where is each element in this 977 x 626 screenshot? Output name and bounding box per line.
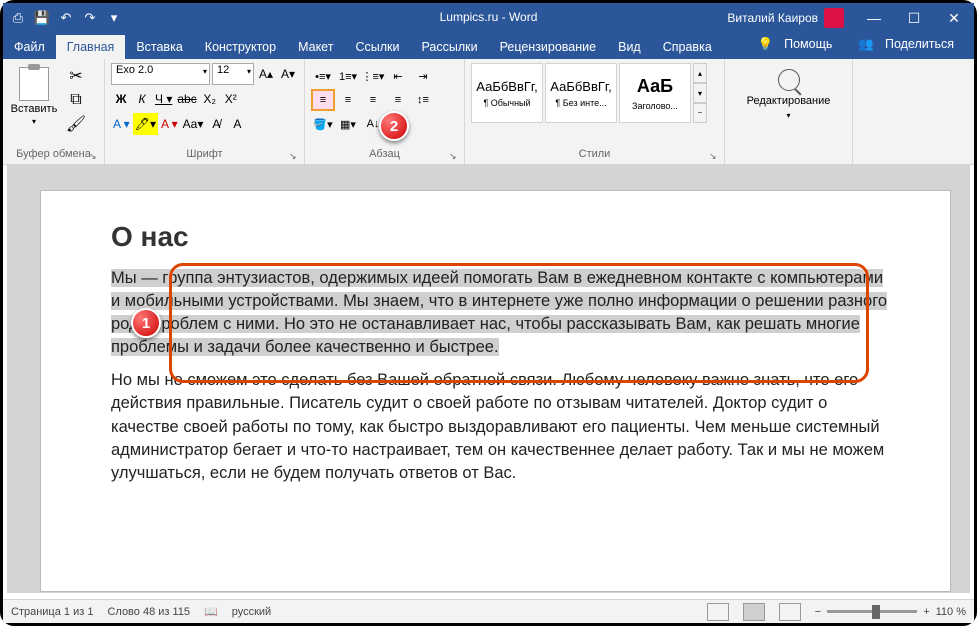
strike-button[interactable]: abc xyxy=(175,88,198,110)
avatar xyxy=(824,8,844,28)
dialog-launcher-icon[interactable]: ↘ xyxy=(289,151,300,162)
dialog-launcher-icon[interactable]: ↘ xyxy=(449,151,460,162)
paragraph[interactable]: Но мы не сможем это сделать без Вашей об… xyxy=(111,369,890,484)
undo-icon[interactable]: ↶ xyxy=(56,8,76,28)
dialog-launcher-icon[interactable]: ↘ xyxy=(89,151,100,162)
group-label: Шрифт xyxy=(111,148,298,162)
align-right-button[interactable]: ≡ xyxy=(361,89,385,111)
callout-badge-1: 1 xyxy=(131,308,161,338)
text-effects-button[interactable]: A ▾ xyxy=(111,113,132,135)
share-button[interactable]: 👥 Поделиться xyxy=(850,29,970,59)
zoom-out-button[interactable]: − xyxy=(815,606,821,618)
highlight-button[interactable]: 🖊▾ xyxy=(133,113,158,135)
bullets-button[interactable]: •≡▾ xyxy=(311,65,335,87)
tab-help[interactable]: Справка xyxy=(652,35,723,59)
styles-down-icon[interactable]: ▾ xyxy=(693,83,707,103)
justify-button[interactable]: ≡ xyxy=(386,89,410,111)
tab-view[interactable]: Вид xyxy=(607,35,652,59)
style-normal[interactable]: АаБбВвГг, ¶ Обычный xyxy=(471,63,543,123)
tab-insert[interactable]: Вставка xyxy=(125,35,193,59)
outdent-button[interactable]: ⇤ xyxy=(386,65,410,87)
document-area: О нас Мы — группа энтузиастов, одержимых… xyxy=(7,165,970,593)
superscript-button[interactable]: X² xyxy=(221,88,241,110)
editing-button[interactable]: Редактирование ▾ xyxy=(731,63,846,120)
shading-button[interactable]: 🪣▾ xyxy=(311,113,335,135)
line-spacing-button[interactable]: ↕≡ xyxy=(411,89,435,111)
styles-more-icon[interactable]: ⎯ xyxy=(693,103,707,123)
dialog-launcher-icon[interactable]: ↘ xyxy=(709,151,720,162)
group-label: Стили xyxy=(471,148,718,162)
chevron-down-icon: ▾ xyxy=(32,117,36,126)
format-painter-icon[interactable]: 🖌 xyxy=(63,113,89,135)
user-name: Виталий Каиров xyxy=(727,11,818,25)
save-icon[interactable]: 💾 xyxy=(32,8,52,28)
paste-button[interactable]: Вставить ▾ xyxy=(9,63,59,135)
status-page[interactable]: Страница 1 из 1 xyxy=(11,606,93,618)
callout-badge-2: 2 xyxy=(379,111,409,141)
group-font: Exo 2.0▾ 12▾ A▴ A▾ Ж К Ч ▾ abc X₂ X² A ▾… xyxy=(105,59,305,164)
change-case-button[interactable]: Aa▾ xyxy=(181,113,206,135)
autosave-icon[interactable]: ⎙ xyxy=(8,8,28,28)
status-bar: Страница 1 из 1 Слово 48 из 115 📖 русски… xyxy=(3,599,974,623)
qat-dropdown-icon[interactable]: ▾ xyxy=(104,8,124,28)
group-label: Абзац xyxy=(311,148,458,162)
tab-references[interactable]: Ссылки xyxy=(344,35,410,59)
ribbon: Вставить ▾ ✂ ⧉ 🖌 Буфер обмена ↘ Exo 2.0▾… xyxy=(3,59,974,165)
group-styles: АаБбВвГг, ¶ Обычный АаБбВвГг, ¶ Без инте… xyxy=(465,59,725,164)
indent-button[interactable]: ⇥ xyxy=(411,65,435,87)
font-color-button[interactable]: A ▾ xyxy=(159,113,180,135)
status-words[interactable]: Слово 48 из 115 xyxy=(107,606,190,618)
ribbon-tabs: Файл Главная Вставка Конструктор Макет С… xyxy=(3,33,974,59)
char-border-button[interactable]: A xyxy=(227,113,247,135)
shrink-font-icon[interactable]: A▾ xyxy=(278,63,298,85)
heading: О нас xyxy=(111,221,890,253)
tab-file[interactable]: Файл xyxy=(3,35,56,59)
tab-layout[interactable]: Макет xyxy=(287,35,344,59)
clear-format-button[interactable]: A̸ xyxy=(206,113,226,135)
tab-review[interactable]: Рецензирование xyxy=(489,35,608,59)
group-label: Буфер обмена xyxy=(9,148,98,162)
group-editing: Редактирование ▾ xyxy=(725,59,853,164)
chevron-down-icon: ▾ xyxy=(786,111,790,120)
align-center-button[interactable]: ≡ xyxy=(336,89,360,111)
grow-font-icon[interactable]: A▴ xyxy=(256,63,276,85)
style-heading1[interactable]: АаБ Заголово... xyxy=(619,63,691,123)
tab-home[interactable]: Главная xyxy=(56,35,126,59)
tell-me[interactable]: 💡 Помощь xyxy=(750,29,849,59)
font-name-combo[interactable]: Exo 2.0▾ xyxy=(111,63,210,85)
page[interactable]: О нас Мы — группа энтузиастов, одержимых… xyxy=(41,191,950,591)
clipboard-icon xyxy=(19,67,49,101)
zoom-in-button[interactable]: + xyxy=(923,606,929,618)
view-read-icon[interactable] xyxy=(707,603,729,621)
user-account[interactable]: Виталий Каиров xyxy=(727,8,844,28)
borders-button[interactable]: ▦▾ xyxy=(336,113,360,135)
view-print-icon[interactable] xyxy=(743,603,765,621)
bold-button[interactable]: Ж xyxy=(111,88,131,110)
proofing-icon[interactable]: 📖 xyxy=(204,605,218,618)
window-title: Lumpics.ru - Word xyxy=(440,10,538,24)
align-left-button[interactable]: ≡ xyxy=(311,89,335,111)
underline-button[interactable]: Ч ▾ xyxy=(153,88,174,110)
tab-mailings[interactable]: Рассылки xyxy=(410,35,488,59)
search-icon xyxy=(778,69,800,91)
italic-button[interactable]: К xyxy=(132,88,152,110)
copy-icon[interactable]: ⧉ xyxy=(63,89,89,111)
numbering-button[interactable]: 1≡▾ xyxy=(336,65,360,87)
group-clipboard: Вставить ▾ ✂ ⧉ 🖌 Буфер обмена ↘ xyxy=(3,59,105,164)
font-size-combo[interactable]: 12▾ xyxy=(212,63,254,85)
cut-icon[interactable]: ✂ xyxy=(63,65,89,87)
redo-icon[interactable]: ↷ xyxy=(80,8,100,28)
view-web-icon[interactable] xyxy=(779,603,801,621)
multilevel-button[interactable]: ⋮≡▾ xyxy=(361,65,385,87)
styles-up-icon[interactable]: ▴ xyxy=(693,63,707,83)
status-language[interactable]: русский xyxy=(232,606,271,618)
tab-design[interactable]: Конструктор xyxy=(194,35,287,59)
paragraph-selected[interactable]: Мы — группа энтузиастов, одержимых идеей… xyxy=(111,267,890,359)
subscript-button[interactable]: X₂ xyxy=(200,88,220,110)
group-paragraph: •≡▾ 1≡▾ ⋮≡▾ ⇤ ⇥ ≡ ≡ ≡ ≡ ↕≡ 🪣▾ ▦▾ A↓ ¶ Аб… xyxy=(305,59,465,164)
style-no-spacing[interactable]: АаБбВвГг, ¶ Без инте... xyxy=(545,63,617,123)
zoom-level[interactable]: 110 % xyxy=(936,606,966,618)
zoom-control: − + 110 % xyxy=(815,606,966,618)
zoom-slider[interactable] xyxy=(827,610,917,613)
